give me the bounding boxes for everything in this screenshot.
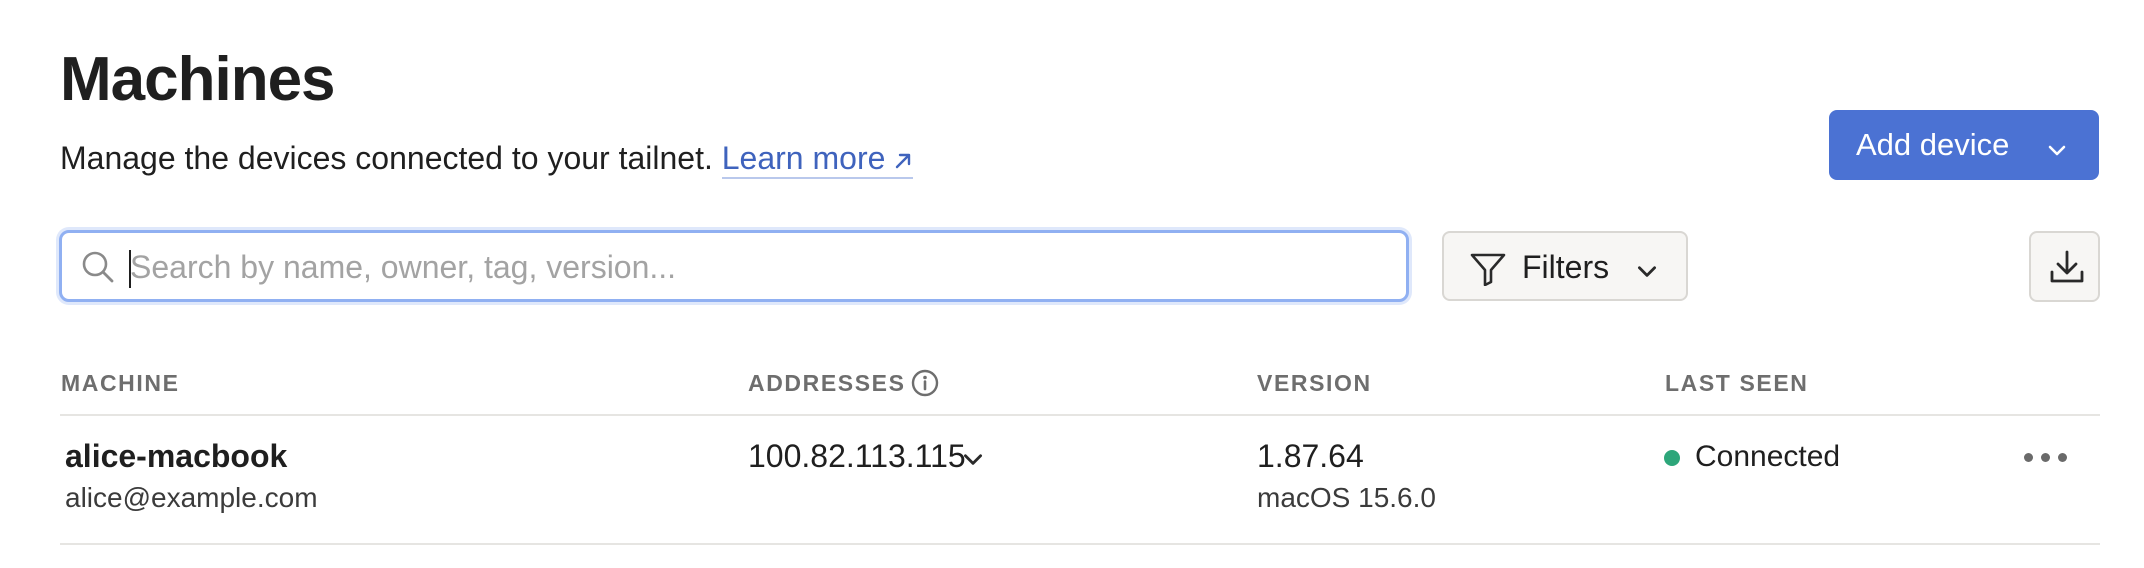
info-icon[interactable] xyxy=(910,368,940,403)
machine-name[interactable]: alice-macbook xyxy=(65,436,287,476)
arrow-up-right-icon xyxy=(893,140,913,180)
column-header-last-seen: LAST SEEN xyxy=(1665,370,1809,396)
subtitle-text: Manage the devices connected to your tai… xyxy=(60,140,713,176)
learn-more-label: Learn more xyxy=(721,140,886,176)
search-box[interactable] xyxy=(59,230,1409,302)
row-divider xyxy=(60,543,2100,545)
filter-icon xyxy=(1470,252,1506,294)
download-icon xyxy=(2050,250,2084,283)
chevron-down-icon[interactable] xyxy=(960,446,986,477)
learn-more-link[interactable]: Learn more xyxy=(721,140,914,180)
filters-button[interactable]: Filters xyxy=(1442,231,1688,301)
text-caret xyxy=(129,250,131,288)
page-subtitle: Manage the devices connected to your tai… xyxy=(60,138,914,180)
status-dot xyxy=(1664,450,1680,466)
filters-label: Filters xyxy=(1522,249,1610,285)
machine-version: 1.87.64 xyxy=(1257,438,1364,474)
column-header-addresses: ADDRESSES xyxy=(748,370,906,396)
search-input[interactable] xyxy=(128,241,1392,293)
last-seen-status: Connected xyxy=(1695,440,1841,473)
search-icon xyxy=(80,249,116,290)
header-divider xyxy=(60,414,2100,416)
machine-owner: alice@example.com xyxy=(65,482,318,513)
chevron-down-icon xyxy=(2045,134,2069,170)
machine-address[interactable]: 100.82.113.115 xyxy=(748,436,966,476)
page-title: Machines xyxy=(60,45,336,114)
more-icon[interactable] xyxy=(2024,446,2068,470)
column-header-version: VERSION xyxy=(1257,370,1372,396)
machine-os: macOS 15.6.0 xyxy=(1257,482,1436,513)
export-download-button[interactable] xyxy=(2029,231,2100,302)
chevron-down-icon xyxy=(1634,255,1660,292)
column-header-machine: MACHINE xyxy=(61,370,180,396)
add-device-button[interactable]: Add device xyxy=(1829,110,2099,180)
add-device-label: Add device xyxy=(1856,127,2010,162)
